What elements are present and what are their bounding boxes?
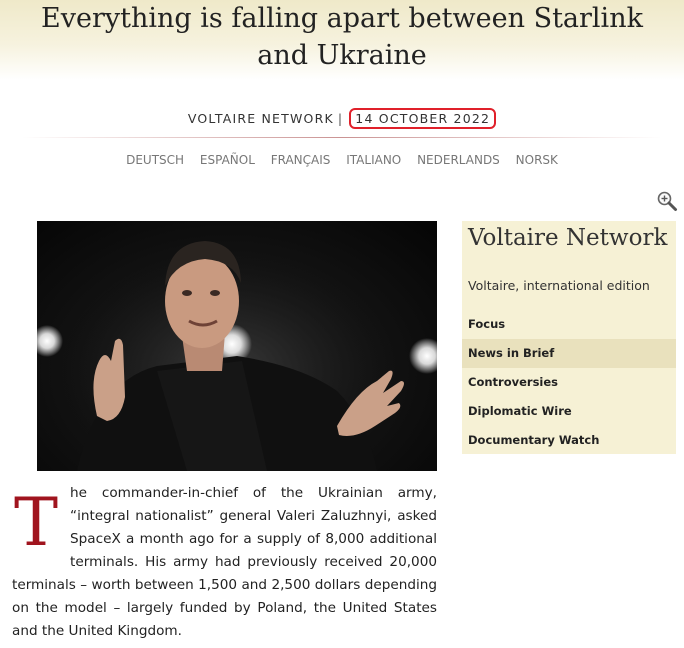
byline: VOLTAIRE NETWORK | 14 OCTOBER 2022 <box>0 108 684 129</box>
sidebar: Voltaire Network Voltaire, international… <box>462 221 676 454</box>
article-body: The commander-in-chief of the Ukrainian … <box>12 482 437 643</box>
publisher-link[interactable]: VOLTAIRE NETWORK <box>188 111 334 126</box>
sidebar-item-controversies[interactable]: Controversies <box>462 368 676 397</box>
zoom-in-icon[interactable] <box>656 190 678 212</box>
language-links: DEUTSCH ESPAÑOL FRANÇAIS ITALIANO NEDERL… <box>0 153 684 167</box>
header-divider <box>22 137 662 138</box>
lang-link-francais[interactable]: FRANÇAIS <box>271 153 331 167</box>
lang-link-deutsch[interactable]: DEUTSCH <box>126 153 184 167</box>
publication-date: 14 OCTOBER 2022 <box>349 108 497 129</box>
article-photo <box>37 221 437 471</box>
lang-link-espanol[interactable]: ESPAÑOL <box>200 153 255 167</box>
sidebar-title[interactable]: Voltaire Network <box>468 225 667 251</box>
lang-link-italiano[interactable]: ITALIANO <box>346 153 401 167</box>
lang-link-nederlands[interactable]: NEDERLANDS <box>417 153 500 167</box>
sidebar-item-documentary-watch[interactable]: Documentary Watch <box>462 426 676 455</box>
lang-link-norsk[interactable]: NORSK <box>516 153 558 167</box>
sidebar-item-news-in-brief[interactable]: News in Brief <box>462 339 676 368</box>
article-title: Everything is falling apart between Star… <box>41 3 643 71</box>
byline-separator: | <box>337 111 344 126</box>
article-paragraph: he commander-in-chief of the Ukrainian a… <box>12 485 437 639</box>
drop-cap: T <box>14 484 59 561</box>
sidebar-subtitle: Voltaire, international edition <box>468 278 650 293</box>
speaker-photo-illustration <box>37 241 437 471</box>
sidebar-item-diplomatic-wire[interactable]: Diplomatic Wire <box>462 397 676 426</box>
sidebar-item-focus[interactable]: Focus <box>462 310 676 339</box>
